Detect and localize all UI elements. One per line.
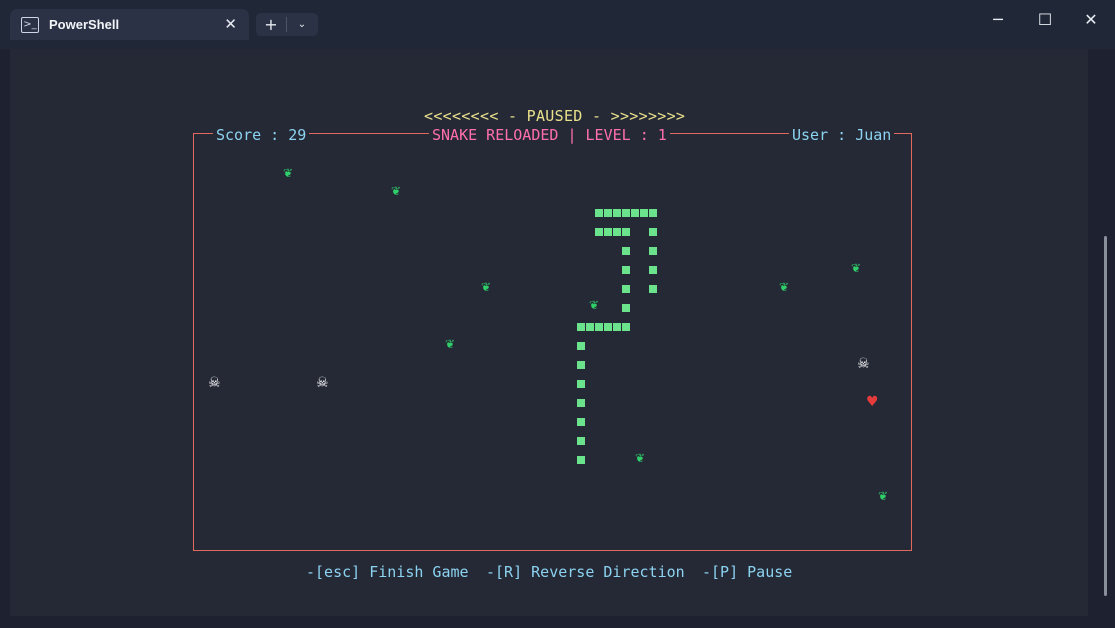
snake-segment bbox=[604, 228, 612, 236]
skull-icon: ☠ bbox=[316, 375, 329, 391]
snake-segment bbox=[586, 323, 594, 331]
snake-segment bbox=[577, 361, 585, 369]
snake-segment bbox=[649, 209, 657, 217]
snake-segment bbox=[622, 285, 630, 293]
snake-segment bbox=[595, 323, 603, 331]
scrollbar[interactable] bbox=[1104, 236, 1107, 596]
score-label: Score : 29 bbox=[213, 126, 310, 144]
user-label: User : Juan bbox=[789, 126, 895, 144]
hint-pause: -[P] Pause bbox=[702, 563, 793, 581]
snake-segment bbox=[613, 209, 621, 217]
herb-icon: ❦ bbox=[635, 451, 646, 465]
snake-segment bbox=[577, 342, 585, 350]
maximize-icon[interactable]: ☐ bbox=[1033, 11, 1057, 29]
snake-segment bbox=[577, 437, 585, 445]
title-bar: >_ PowerShell ✕ + ⌄ ─ ☐ ✕ bbox=[0, 0, 1115, 49]
snake-segment bbox=[622, 304, 630, 312]
snake-segment bbox=[577, 380, 585, 388]
snake-segment bbox=[577, 456, 585, 464]
snake-segment bbox=[613, 228, 621, 236]
snake-segment bbox=[577, 418, 585, 426]
snake-segment bbox=[622, 323, 630, 331]
snake-segment bbox=[604, 323, 612, 331]
skull-icon: ☠ bbox=[208, 375, 221, 391]
snake-segment bbox=[622, 266, 630, 274]
heart-icon: ♥ bbox=[866, 394, 879, 410]
snake-segment bbox=[631, 209, 639, 217]
tab-powershell[interactable]: >_ PowerShell ✕ bbox=[10, 9, 249, 40]
snake-segment bbox=[595, 209, 603, 217]
snake-segment bbox=[577, 323, 585, 331]
minimize-icon[interactable]: ─ bbox=[986, 11, 1010, 29]
skull-icon: ☠ bbox=[857, 356, 870, 372]
snake-segment bbox=[577, 399, 585, 407]
game-title: SNAKE RELOADED | LEVEL : 1 bbox=[429, 126, 670, 144]
close-window-icon[interactable]: ✕ bbox=[1079, 11, 1103, 29]
snake-segment bbox=[595, 228, 603, 236]
chevron-down-icon[interactable]: ⌄ bbox=[287, 19, 317, 30]
herb-icon: ❦ bbox=[851, 261, 862, 275]
hint-finish-game: -[esc] Finish Game bbox=[306, 563, 469, 581]
herb-icon: ❦ bbox=[445, 337, 456, 351]
snake-segment bbox=[622, 228, 630, 236]
herb-icon: ❦ bbox=[481, 280, 492, 294]
snake-segment bbox=[613, 323, 621, 331]
close-tab-icon[interactable]: ✕ bbox=[224, 15, 237, 33]
snake-segment bbox=[649, 228, 657, 236]
game-board bbox=[193, 133, 912, 551]
snake-segment bbox=[622, 247, 630, 255]
hint-reverse-direction: -[R] Reverse Direction bbox=[486, 563, 685, 581]
tab-title: PowerShell bbox=[49, 17, 120, 32]
snake-segment bbox=[604, 209, 612, 217]
new-tab-group: + ⌄ bbox=[256, 13, 318, 36]
herb-icon: ❦ bbox=[589, 298, 600, 312]
herb-icon: ❦ bbox=[878, 489, 889, 503]
snake-segment bbox=[649, 247, 657, 255]
herb-icon: ❦ bbox=[779, 280, 790, 294]
snake-segment bbox=[622, 209, 630, 217]
terminal-icon: >_ bbox=[21, 16, 39, 33]
herb-icon: ❦ bbox=[283, 166, 294, 180]
snake-segment bbox=[649, 285, 657, 293]
snake-segment bbox=[640, 209, 648, 217]
plus-icon[interactable]: + bbox=[256, 15, 286, 34]
terminal-window: >_ PowerShell ✕ + ⌄ ─ ☐ ✕ <<<<<<<< - PAU… bbox=[0, 0, 1115, 628]
paused-banner: <<<<<<<< - PAUSED - >>>>>>>> bbox=[424, 107, 686, 125]
snake-segment bbox=[649, 266, 657, 274]
herb-icon: ❦ bbox=[391, 184, 402, 198]
